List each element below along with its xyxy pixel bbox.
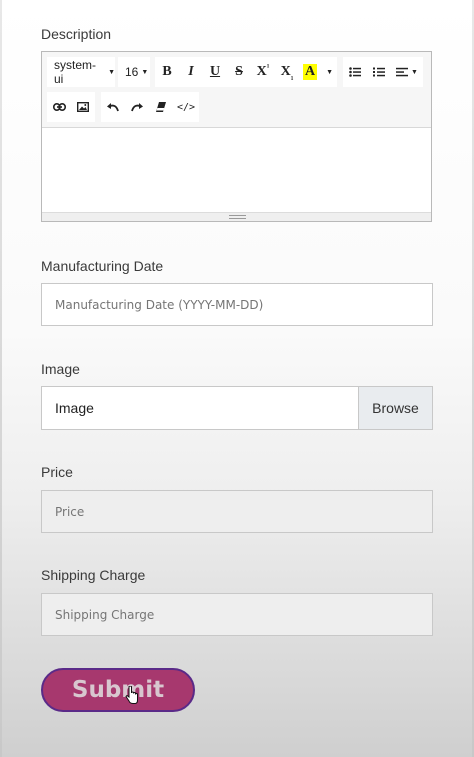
code-view-group: </> [173,92,199,122]
italic-icon[interactable]: I [179,57,203,87]
text-style-group: B I U S X¹ X₁ A ▼ [155,57,337,87]
underline-icon[interactable]: U [203,57,227,87]
font-family-dropdown[interactable]: system-ui ▼ [47,57,115,87]
grip-icon [229,215,246,219]
subscript-mark: ₁ [290,70,294,80]
window-edge-left [0,0,2,757]
chevron-down-icon: ▼ [108,68,115,76]
undo-icon[interactable] [101,92,125,122]
font-family-value: system-ui [54,58,96,86]
history-group [101,92,173,122]
eraser-icon[interactable] [149,92,173,122]
shipping-charge-label: Shipping Charge [41,567,146,583]
code-view-icon[interactable]: </> [173,92,199,122]
unordered-list-icon[interactable] [343,57,367,87]
superscript-letter: X [256,64,267,79]
price-label: Price [41,464,73,480]
chevron-down-icon: ▼ [411,68,418,76]
superscript-icon[interactable]: X¹ [251,57,275,87]
shipping-charge-input[interactable] [41,593,433,636]
font-size-value: 16 [125,65,139,79]
insert-group [47,92,95,122]
subscript-letter: X [280,64,291,79]
chevron-down-icon: ▼ [326,68,334,76]
strikethrough-icon[interactable]: S [227,57,251,87]
editor-content-area[interactable] [42,128,431,213]
submit-button[interactable]: Submit [41,668,195,712]
chevron-down-icon: ▼ [141,68,149,76]
price-input[interactable] [41,490,433,533]
link-icon[interactable] [47,92,71,122]
superscript-mark: ¹ [266,62,270,72]
image-icon[interactable] [71,92,95,122]
description-label: Description [41,26,112,42]
manufacturing-date-input[interactable] [41,283,433,326]
font-color-letter: A [302,64,318,80]
image-file-input[interactable]: Image Browse [41,386,433,430]
ordered-list-icon[interactable] [367,57,391,87]
image-file-text[interactable]: Image [42,387,358,429]
image-label: Image [41,361,80,377]
mouse-pointer-icon [125,686,138,704]
bold-icon[interactable]: B [155,57,179,87]
subscript-icon[interactable]: X₁ [275,57,299,87]
manufacturing-date-label: Manufacturing Date [41,258,164,274]
paragraph-group: ▼ [343,57,423,87]
font-color-icon[interactable]: A ▼ [299,57,337,87]
editor-toolbar: system-ui ▼ 16 ▼ B I U S X¹ X₁ A ▼ ▼ </> [42,52,431,128]
align-icon[interactable]: ▼ [391,57,423,87]
rich-text-editor: system-ui ▼ 16 ▼ B I U S X¹ X₁ A ▼ ▼ </> [41,51,432,222]
font-size-dropdown[interactable]: 16 ▼ [118,57,150,87]
browse-button[interactable]: Browse [358,387,432,429]
redo-icon[interactable] [125,92,149,122]
editor-resize-handle[interactable] [42,212,431,221]
